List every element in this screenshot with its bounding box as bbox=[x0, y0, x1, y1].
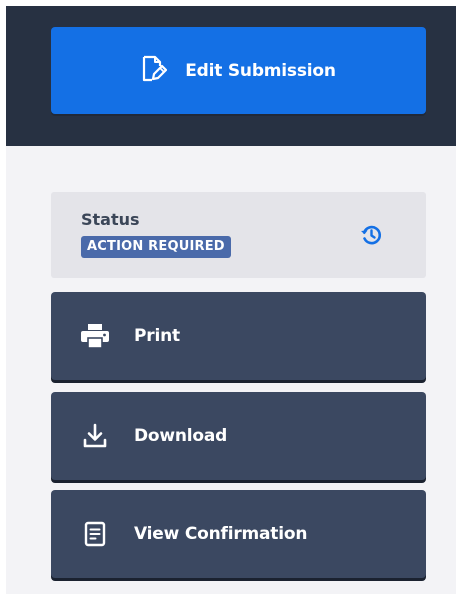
page: Edit Submission Status ACTION REQUIRED P… bbox=[0, 0, 458, 598]
view-confirmation-button[interactable]: View Confirmation bbox=[51, 490, 426, 578]
edit-document-icon bbox=[141, 55, 168, 87]
edit-submission-label: Edit Submission bbox=[185, 60, 336, 81]
status-badge: ACTION REQUIRED bbox=[81, 236, 231, 258]
print-label: Print bbox=[134, 326, 180, 346]
history-icon[interactable] bbox=[359, 223, 383, 247]
view-confirmation-label: View Confirmation bbox=[134, 524, 308, 544]
edit-submission-button[interactable]: Edit Submission bbox=[51, 27, 426, 114]
printer-icon bbox=[80, 321, 110, 351]
submission-sidebar: Edit Submission Status ACTION REQUIRED P… bbox=[6, 6, 456, 594]
download-label: Download bbox=[134, 426, 228, 446]
print-button[interactable]: Print bbox=[51, 292, 426, 380]
status-card: Status ACTION REQUIRED bbox=[51, 192, 426, 278]
status-title: Status bbox=[81, 210, 140, 229]
header-band: Edit Submission bbox=[6, 6, 456, 146]
download-icon bbox=[80, 421, 110, 451]
document-icon bbox=[80, 519, 110, 549]
download-button[interactable]: Download bbox=[51, 392, 426, 480]
